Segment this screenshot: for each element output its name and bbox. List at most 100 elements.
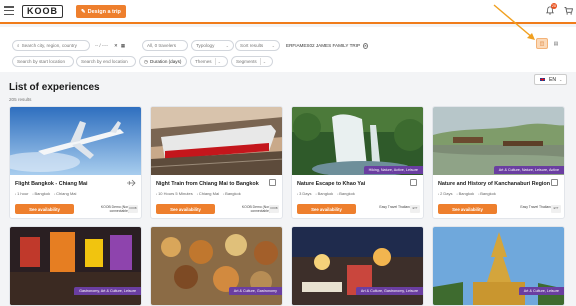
- experience-title[interactable]: Night Train from Chiang Mai to Bangkok: [156, 181, 259, 187]
- language-select[interactable]: EN ⌄: [534, 74, 568, 85]
- experience-image: [433, 107, 564, 175]
- experience-card[interactable]: Gastronomy, Art & Culture, Leisure: [9, 226, 142, 306]
- experience-card[interactable]: Art & Culture, Leisure: [432, 226, 565, 306]
- tour-icon: [410, 179, 417, 186]
- duration-filter[interactable]: ◷ Duration (days): [139, 56, 187, 67]
- sort-label: Sort results: [240, 43, 264, 48]
- chevron-down-icon: ⌄: [225, 43, 229, 48]
- list-icon: ▤: [553, 40, 559, 47]
- start-location-placeholder: Search by start location: [17, 59, 66, 64]
- date-picker[interactable]: -- / ---- ✕ ▦: [91, 40, 139, 51]
- chevron-down-icon: ⌄: [262, 59, 267, 64]
- duration-value: 2 Days: [438, 191, 452, 196]
- theme-ribbon: Gastronomy, Art & Culture, Leisure: [74, 287, 141, 295]
- search-input[interactable]: ⌕ Search city, region, country: [12, 40, 90, 51]
- supplier-logo: KOOB: [269, 205, 279, 213]
- search-icon: ⌕: [17, 43, 20, 48]
- duration-value: 3 Days: [297, 191, 311, 196]
- from-location: Chiang Mai: [197, 191, 219, 196]
- duration-value: 10 Hours 5 Minutes: [156, 191, 193, 196]
- experience-card[interactable]: Art & Culture, Nature, Leisure, Active N…: [432, 106, 565, 219]
- cart-icon[interactable]: [564, 7, 573, 15]
- end-location-input[interactable]: Search by end location: [76, 56, 136, 67]
- theme-ribbon: Art & Culture, Nature, Leisure, Active: [493, 166, 564, 174]
- duration-label: Duration (days): [150, 59, 182, 64]
- see-availability-button[interactable]: See availability: [156, 204, 215, 214]
- travelers-value: All, 0 travelers: [147, 43, 177, 48]
- experience-card[interactable]: Hiking, Nature, Active, Leisure Nature E…: [291, 106, 424, 219]
- sort-select[interactable]: Sort results ⌄: [235, 40, 280, 51]
- duration-value: 1 hour: [15, 191, 28, 196]
- start-location-input[interactable]: Search by start location: [12, 56, 74, 67]
- experience-title[interactable]: Flight Bangkok - Chiang Mai: [15, 181, 87, 187]
- theme-ribbon: Art & Culture, Gastronomy: [228, 287, 282, 295]
- from-location: Bangkok: [32, 191, 51, 196]
- trip-selector[interactable]: ERFIAMES02 JAMES FAMILY TRIP ✕: [282, 40, 372, 51]
- theme-ribbon: Art & Culture, Leisure: [518, 287, 564, 295]
- trip-name: ERFIAMES02 JAMES FAMILY TRIP: [286, 43, 361, 48]
- theme-ribbon: Art & Culture, Gastronomy, Leisure: [355, 287, 423, 295]
- close-icon[interactable]: ✕: [363, 42, 368, 49]
- clear-date-icon[interactable]: ✕: [114, 43, 118, 49]
- supplier-name: KOOB Demo (Non connectable): [241, 205, 270, 213]
- travelers-select[interactable]: All, 0 travelers: [142, 40, 188, 51]
- see-availability-button[interactable]: See availability: [438, 204, 497, 214]
- chevron-down-icon: ⌄: [217, 59, 221, 64]
- experience-meta: 10 Hours 5 Minutes Chiang Mai Bangkok: [156, 191, 241, 196]
- supplier-name: Easy Travel Thailand: [520, 205, 552, 209]
- date-placeholder: -- / ----: [95, 43, 109, 48]
- results-count: 205 results: [9, 97, 32, 102]
- calendar-icon[interactable]: ▦: [121, 43, 125, 49]
- experience-meta: 3 Days Bangkok Bangkok: [297, 191, 355, 196]
- see-availability-button[interactable]: See availability: [15, 204, 74, 214]
- experience-card[interactable]: Night Train from Chiang Mai to Bangkok 1…: [150, 106, 283, 219]
- chevron-down-icon: ⌄: [271, 43, 275, 48]
- experience-image: [151, 107, 282, 175]
- to-location: Bangkok: [223, 191, 241, 196]
- theme-ribbon: Hiking, Nature, Active, Leisure: [363, 166, 423, 174]
- from-location: Bangkok: [457, 191, 475, 196]
- compass-icon: ✎: [81, 8, 86, 15]
- experience-card[interactable]: Art & Culture, Gastronomy: [150, 226, 283, 306]
- from-location: Bangkok: [316, 191, 334, 196]
- themes-select[interactable]: Themes ⌄: [190, 56, 228, 67]
- train-icon: [269, 179, 276, 186]
- experience-card[interactable]: Art & Culture, Gastronomy, Leisure: [291, 226, 424, 306]
- clock-icon: ◷: [144, 58, 149, 64]
- design-trip-label: Design a trip: [87, 8, 121, 15]
- supplier-logo: ETT: [551, 205, 561, 213]
- menu-icon[interactable]: [4, 6, 14, 15]
- to-location: Bangkok: [478, 191, 496, 196]
- notification-badge: 28: [551, 3, 557, 9]
- see-availability-button[interactable]: See availability: [297, 204, 356, 214]
- app-logo[interactable]: KOOB: [22, 5, 63, 18]
- experience-meta: 2 Days Bangkok Bangkok: [438, 191, 496, 196]
- end-location-placeholder: Search by end location: [81, 59, 128, 64]
- plane-icon: [127, 179, 136, 187]
- design-trip-button[interactable]: ✎ Design a trip: [76, 5, 126, 18]
- experience-title[interactable]: Nature and History of Kanchanaburi Regio…: [438, 181, 550, 187]
- experience-title[interactable]: Nature Escape to Khao Yai: [297, 181, 365, 187]
- uk-flag-icon: [539, 77, 546, 82]
- experience-meta: 1 hour Bangkok Chiang Mai: [15, 191, 76, 196]
- list-view-button[interactable]: ▤: [550, 38, 562, 49]
- experience-image: [10, 107, 141, 175]
- language-value: EN: [549, 76, 556, 83]
- search-placeholder: Search city, region, country: [21, 43, 77, 48]
- supplier-name: KOOB Demo (Non connectable): [100, 205, 129, 213]
- supplier-logo: ETT: [410, 205, 420, 213]
- annotation-arrow: [493, 4, 535, 40]
- typology-label: Typology: [196, 43, 215, 48]
- to-location: Bangkok: [337, 191, 355, 196]
- themes-label: Themes: [195, 59, 212, 64]
- map-icon: ◫: [539, 40, 545, 47]
- experience-card[interactable]: Flight Bangkok - Chiang Mai 1 hour Bangk…: [9, 106, 142, 219]
- tour-icon: [551, 179, 558, 186]
- typology-select[interactable]: Typology ⌄: [191, 40, 234, 51]
- supplier-logo: KOOB: [128, 205, 138, 213]
- page-title: List of experiences: [9, 82, 100, 93]
- experience-image: [292, 107, 423, 175]
- segments-select[interactable]: Segments ⌄: [231, 56, 273, 67]
- supplier-name: Easy Travel Thailand: [379, 205, 411, 209]
- segments-label: Segments: [236, 59, 257, 64]
